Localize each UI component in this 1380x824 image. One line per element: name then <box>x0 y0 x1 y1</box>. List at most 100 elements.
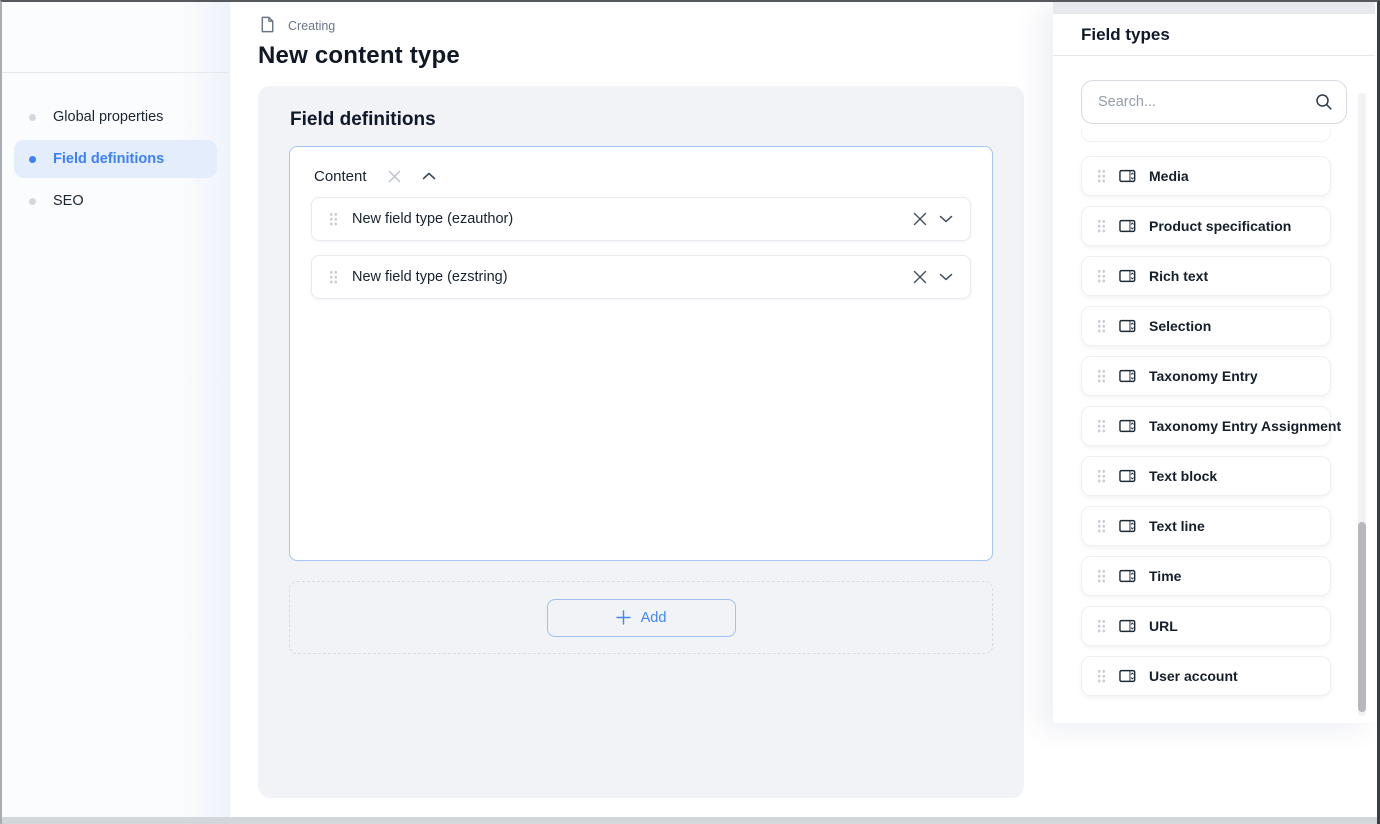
field-type-label: URL <box>1149 618 1178 634</box>
field-group-name: Content <box>314 167 367 185</box>
field-types-list: Media Product specification Rich text Se… <box>1053 127 1375 723</box>
field-type-icon <box>1119 269 1136 283</box>
sidebar-item-field-definitions[interactable]: Field definitions <box>14 140 217 178</box>
field-type-label: Media <box>1149 168 1189 184</box>
chevron-down-icon <box>939 273 953 281</box>
field-type-label: Text block <box>1149 468 1218 484</box>
field-type-icon <box>1119 469 1136 483</box>
scrollbar-thumb[interactable] <box>1358 522 1366 712</box>
field-types-search <box>1081 80 1347 124</box>
field-definition-row[interactable]: New field type (ezstring) <box>311 255 971 299</box>
field-type-icon <box>1119 519 1136 533</box>
app-window: Global properties Field definitions SEO <box>0 0 1380 824</box>
field-type-label: Time <box>1149 568 1182 584</box>
field-row-actions <box>913 212 953 226</box>
field-type-card-text-block[interactable]: Text block <box>1081 456 1331 496</box>
field-types-panel: Field types Me <box>1053 2 1375 723</box>
close-icon <box>913 270 927 284</box>
field-type-card-partial[interactable] <box>1081 129 1331 142</box>
field-type-label: Product specification <box>1149 218 1292 234</box>
sidebar-top-spacer <box>2 2 229 73</box>
main-area: Creating New content type Save and close… <box>230 2 1377 824</box>
drag-handle-icon[interactable] <box>1097 669 1106 683</box>
field-type-card-product-specification[interactable]: Product specification <box>1081 206 1331 246</box>
field-type-card-url[interactable]: URL <box>1081 606 1331 646</box>
field-type-label: Taxonomy Entry Assignment <box>1149 418 1342 434</box>
field-type-icon <box>1119 569 1136 583</box>
field-type-icon <box>1119 219 1136 233</box>
section-title: Field definitions <box>290 109 436 130</box>
remove-group-button[interactable] <box>388 170 401 183</box>
add-button-label: Add <box>640 609 667 626</box>
page-title: New content type <box>258 42 460 69</box>
field-types-top-strip <box>1053 2 1375 14</box>
left-sidebar: Global properties Field definitions SEO <box>2 2 230 824</box>
field-type-label: Rich text <box>1149 268 1209 284</box>
status-row: Creating <box>258 15 460 37</box>
field-type-icon <box>1119 619 1136 633</box>
field-type-label: Taxonomy Entry <box>1149 368 1258 384</box>
page-header-left: Creating New content type <box>258 15 460 70</box>
chevron-down-icon <box>939 215 953 223</box>
field-type-card-taxonomy-entry-assignment[interactable]: Taxonomy Entry Assignment <box>1081 406 1341 446</box>
nav-bullet-icon <box>29 197 36 205</box>
sidebar-item-global-properties[interactable]: Global properties <box>14 98 217 136</box>
drag-handle-icon[interactable] <box>1097 269 1106 283</box>
expand-field-button[interactable] <box>939 215 953 223</box>
drag-handle-icon[interactable] <box>1097 169 1106 183</box>
document-icon <box>258 15 277 37</box>
scrollbar-track[interactable] <box>1358 93 1366 716</box>
drag-handle-icon[interactable] <box>1097 369 1106 383</box>
add-button[interactable]: Add <box>546 598 736 637</box>
field-group-header: Content <box>311 160 971 192</box>
field-type-icon <box>1119 319 1136 333</box>
field-rows: New field type (ezauthor) New field type… <box>311 197 971 299</box>
sidebar-item-label: SEO <box>53 193 84 209</box>
field-definition-row[interactable]: New field type (ezauthor) <box>311 197 971 241</box>
sidebar-item-seo[interactable]: SEO <box>14 182 217 220</box>
search-icon <box>1314 92 1334 117</box>
field-definition-label: New field type (ezstring) <box>352 269 508 285</box>
drag-handle-icon[interactable] <box>1097 469 1106 483</box>
drag-handle-icon[interactable] <box>1097 619 1106 633</box>
sidebar-item-label: Global properties <box>53 109 164 125</box>
sidebar-nav: Global properties Field definitions SEO <box>2 73 229 224</box>
field-type-label: User account <box>1149 668 1238 684</box>
status-label: Creating <box>288 19 336 33</box>
field-type-icon <box>1119 369 1136 383</box>
drag-handle-icon[interactable] <box>329 212 338 226</box>
search-input[interactable] <box>1081 80 1347 124</box>
expand-field-button[interactable] <box>939 273 953 281</box>
field-type-card-user-account[interactable]: User account <box>1081 656 1331 696</box>
collapse-group-button[interactable] <box>422 172 436 180</box>
field-type-icon <box>1119 419 1136 433</box>
drag-handle-icon[interactable] <box>1097 519 1106 533</box>
field-type-card-text-line[interactable]: Text line <box>1081 506 1331 546</box>
field-type-card-media[interactable]: Media <box>1081 156 1331 196</box>
close-icon <box>388 170 400 182</box>
field-types-title: Field types <box>1053 14 1375 56</box>
add-group-area: Add <box>289 581 993 654</box>
field-type-card-rich-text[interactable]: Rich text <box>1081 256 1331 296</box>
drag-handle-icon[interactable] <box>1097 569 1106 583</box>
drag-handle-icon[interactable] <box>1097 219 1106 233</box>
plus-icon <box>615 610 631 625</box>
chevron-up-icon <box>422 172 435 180</box>
nav-bullet-icon <box>29 155 36 163</box>
field-type-card-taxonomy-entry[interactable]: Taxonomy Entry <box>1081 356 1331 396</box>
field-type-label: Selection <box>1149 318 1212 334</box>
field-definition-label: New field type (ezauthor) <box>352 211 514 227</box>
field-type-icon <box>1119 169 1136 183</box>
remove-field-button[interactable] <box>913 270 927 284</box>
field-group-card: Content New field type (ezauthor) New fi… <box>289 146 993 561</box>
field-definitions-panel: Field definitions Content New field type… <box>258 86 1024 798</box>
field-type-card-time[interactable]: Time <box>1081 556 1331 596</box>
sidebar-item-label: Field definitions <box>53 151 165 167</box>
close-icon <box>913 212 927 226</box>
drag-handle-icon[interactable] <box>329 270 338 284</box>
drag-handle-icon[interactable] <box>1097 319 1106 333</box>
remove-field-button[interactable] <box>913 212 927 226</box>
field-type-card-selection[interactable]: Selection <box>1081 306 1331 346</box>
drag-handle-icon[interactable] <box>1097 419 1106 433</box>
nav-bullet-icon <box>29 113 36 121</box>
